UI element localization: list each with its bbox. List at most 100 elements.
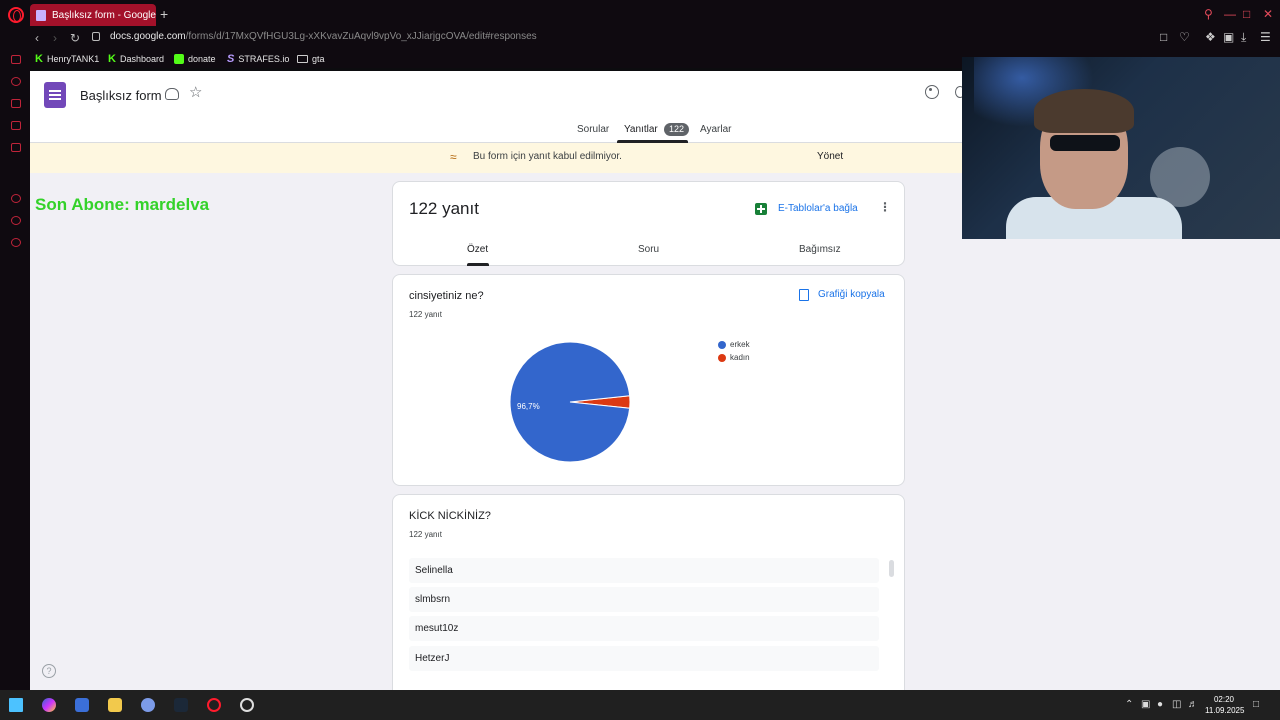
search-icon[interactable]: ⚲ bbox=[1204, 8, 1213, 20]
m-icon[interactable] bbox=[11, 143, 21, 152]
strafes-icon: S bbox=[227, 53, 235, 65]
tray-app-icon[interactable]: ▣ bbox=[1141, 700, 1150, 710]
start-icon[interactable] bbox=[9, 698, 23, 712]
url-field[interactable]: docs.google.com/forms/d/17MxQVfHGU3Lg-xX… bbox=[110, 30, 537, 44]
pie-data-label: 96,7% bbox=[517, 402, 540, 411]
url-path: /forms/d/17MxQVfHGU3Lg-xXKvavZuAqvl9vpVo… bbox=[185, 31, 537, 42]
close-icon[interactable]: ✕ bbox=[1263, 8, 1273, 20]
notification-icon[interactable]: □ bbox=[1253, 700, 1259, 710]
wallet-icon[interactable]: ▣ bbox=[1223, 31, 1234, 43]
response-list[interactable]: Selinella slmbsrn mesut10z HetzerJ bbox=[409, 558, 879, 690]
link-to-sheets-button[interactable]: E-Tablolar'a bağla bbox=[778, 203, 858, 214]
tray-chevron-icon[interactable]: ⌃ bbox=[1125, 700, 1133, 710]
lock-icon bbox=[92, 32, 100, 41]
form-title[interactable]: Başlıksız form bbox=[80, 88, 162, 103]
subtab-question[interactable]: Soru bbox=[638, 244, 659, 255]
forward-icon[interactable]: › bbox=[53, 32, 57, 44]
donate-icon bbox=[174, 54, 184, 64]
taskbar bbox=[0, 690, 1280, 720]
subtab-summary[interactable]: Özet bbox=[467, 244, 488, 255]
steam-icon[interactable] bbox=[174, 698, 188, 712]
forms-logo-icon[interactable] bbox=[44, 82, 66, 108]
legend-label: kadın bbox=[730, 353, 750, 362]
file-explorer-icon[interactable] bbox=[108, 698, 122, 712]
move-to-drive-icon[interactable] bbox=[165, 88, 179, 100]
taskbar-clock[interactable]: 02:20 11.09.2025 bbox=[1205, 694, 1244, 716]
tab-questions[interactable]: Sorular bbox=[577, 124, 609, 135]
history-icon[interactable] bbox=[11, 77, 21, 86]
opera-gx-taskbar-icon[interactable] bbox=[207, 698, 221, 712]
legend-item-kadin: kadın bbox=[718, 353, 750, 362]
bulb-icon[interactable] bbox=[11, 216, 21, 225]
microphone-icon[interactable]: ● bbox=[1157, 700, 1163, 710]
tab-settings[interactable]: Ayarlar bbox=[700, 124, 732, 135]
bookmark-label: Dashboard bbox=[119, 54, 164, 64]
heart-icon[interactable]: ♡ bbox=[1179, 31, 1190, 43]
list-item: slmbsrn bbox=[409, 587, 879, 612]
manage-button[interactable]: Yönet bbox=[817, 151, 843, 162]
menu-icon[interactable]: ☰ bbox=[1260, 31, 1271, 43]
more-options-icon[interactable]: ⋮ bbox=[879, 201, 891, 213]
minimize-icon[interactable]: — bbox=[1224, 8, 1236, 20]
not-accepting-icon: ≈ bbox=[450, 150, 457, 164]
settings-icon[interactable] bbox=[11, 238, 21, 247]
messenger-icon[interactable] bbox=[11, 55, 21, 64]
help-icon[interactable]: ? bbox=[42, 664, 56, 678]
last-subscriber-overlay: Son Abone: mardelva bbox=[35, 195, 210, 214]
preview-icon[interactable] bbox=[955, 86, 962, 98]
question-title: cinsiyetiniz ne? bbox=[409, 290, 484, 302]
star-icon[interactable]: ☆ bbox=[189, 85, 202, 100]
forms-header bbox=[30, 71, 962, 143]
clock-time: 02:20 bbox=[1213, 695, 1235, 704]
bookmark-donate[interactable]: donate bbox=[174, 53, 216, 65]
bookmark-henrytank1[interactable]: K HenryTANK1 bbox=[35, 53, 99, 65]
subtab-indicator bbox=[467, 263, 489, 266]
browser-tab-bar bbox=[0, 0, 1280, 30]
copilot-icon[interactable] bbox=[42, 698, 56, 712]
palette-icon[interactable] bbox=[925, 85, 939, 99]
obs-icon[interactable] bbox=[240, 698, 254, 712]
legend-swatch bbox=[718, 340, 726, 349]
list-item: HetzerJ bbox=[409, 646, 879, 671]
bookmark-gta[interactable]: gta bbox=[297, 53, 325, 65]
new-tab-button[interactable]: + bbox=[160, 7, 168, 21]
volume-icon[interactable]: ♬ bbox=[1188, 700, 1198, 710]
webcam-overlay bbox=[962, 57, 1280, 239]
bookmark-label: STRAFES.io bbox=[238, 54, 290, 64]
browser-tab[interactable]: Başlıksız form - Google Fo bbox=[30, 4, 156, 26]
question-response-count: 122 yanıt bbox=[409, 310, 442, 319]
opera-logo-icon[interactable] bbox=[8, 7, 24, 23]
question-response-count: 122 yanıt bbox=[409, 530, 442, 539]
copy-chart-button[interactable]: Grafiği kopyala bbox=[818, 289, 885, 300]
url-domain: docs.google.com bbox=[110, 31, 186, 42]
bag-icon[interactable] bbox=[11, 99, 21, 108]
scrollbar-thumb[interactable] bbox=[889, 560, 894, 577]
clock-icon[interactable] bbox=[11, 194, 21, 203]
download-icon[interactable]: ⤓ bbox=[1241, 31, 1246, 43]
tab-responses[interactable]: Yanıtlar bbox=[624, 124, 658, 135]
bookmark-strafes[interactable]: S STRAFES.io bbox=[227, 53, 289, 65]
calculator-icon[interactable] bbox=[75, 698, 89, 712]
pie-chart: 96,7% bbox=[509, 341, 631, 463]
subtab-individual[interactable]: Bağımsız bbox=[799, 244, 841, 255]
maximize-icon[interactable]: □ bbox=[1243, 8, 1250, 20]
bookmark-dashboard[interactable]: K Dashboard bbox=[108, 53, 164, 65]
responses-count-title: 122 yanıt bbox=[409, 199, 479, 218]
list-item: mesut10z bbox=[409, 616, 879, 641]
forms-page: Başlıksız form ☆ Sorular Yanıtlar 122 Ay… bbox=[30, 71, 962, 690]
forms-favicon-icon bbox=[36, 9, 46, 21]
page-background bbox=[962, 239, 1280, 690]
reload-icon[interactable]: ↻ bbox=[70, 32, 80, 44]
back-icon[interactable]: ‹ bbox=[35, 32, 39, 44]
cam-person-glasses bbox=[1050, 135, 1120, 151]
music-icon[interactable] bbox=[11, 121, 21, 130]
browser-tab-title: Başlıksız form - Google Fo bbox=[52, 9, 156, 21]
app-icon[interactable] bbox=[141, 698, 155, 712]
question-kick-nick-card: KİCK NİCKİNİZ? 122 yanıt Selinella slmbs… bbox=[392, 494, 905, 690]
network-icon[interactable]: ◫ bbox=[1172, 700, 1181, 710]
legend-item-erkek: erkek bbox=[718, 340, 750, 349]
extensions-icon[interactable]: ❖ bbox=[1205, 31, 1216, 43]
response-count-badge: 122 bbox=[664, 123, 690, 136]
snapshot-icon[interactable]: □ bbox=[1160, 31, 1167, 43]
bookmark-label: gta bbox=[312, 54, 325, 64]
